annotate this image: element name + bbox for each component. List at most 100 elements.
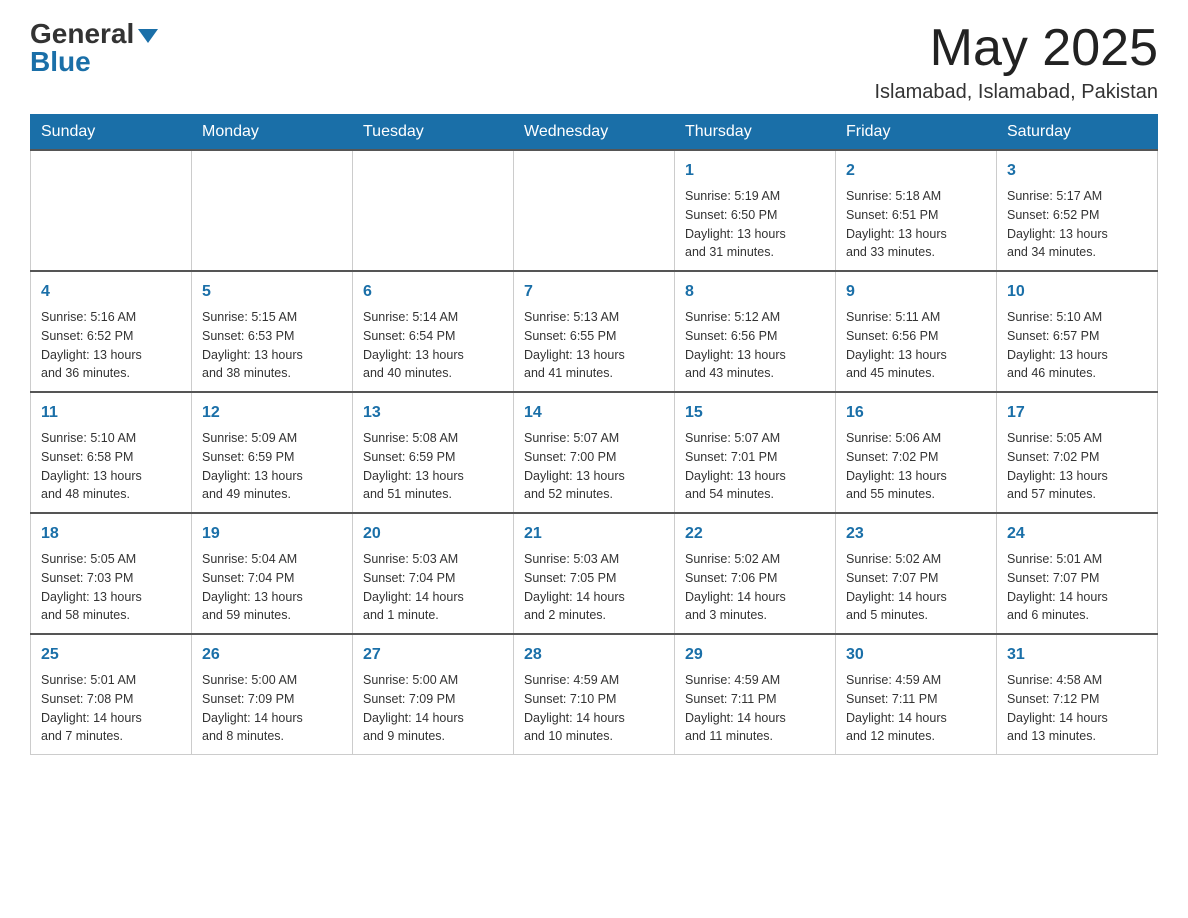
calendar-cell: 15 Sunrise: 5:07 AMSunset: 7:01 PMDayligh… (675, 392, 836, 513)
day-info: Sunrise: 4:58 AMSunset: 7:12 PMDaylight:… (1007, 671, 1147, 746)
day-info: Sunrise: 5:00 AMSunset: 7:09 PMDaylight:… (202, 671, 342, 746)
calendar-header-row: Sunday Monday Tuesday Wednesday Thursday… (31, 115, 1158, 151)
day-number: 4 (41, 280, 181, 304)
day-number: 19 (202, 522, 342, 546)
day-info: Sunrise: 5:04 AMSunset: 7:04 PMDaylight:… (202, 550, 342, 625)
week-row-5: 25 Sunrise: 5:01 AMSunset: 7:08 PMDayligh… (31, 634, 1158, 755)
day-number: 25 (41, 643, 181, 667)
day-info: Sunrise: 5:01 AMSunset: 7:07 PMDaylight:… (1007, 550, 1147, 625)
day-info: Sunrise: 5:12 AMSunset: 6:56 PMDaylight:… (685, 308, 825, 383)
calendar-cell: 5Sunrise: 5:15 AMSunset: 6:53 PMDaylight… (192, 271, 353, 392)
day-number: 21 (524, 522, 664, 546)
day-info: Sunrise: 5:03 AMSunset: 7:04 PMDaylight:… (363, 550, 503, 625)
calendar-cell: 28Sunrise: 4:59 AMSunset: 7:10 PMDayligh… (514, 634, 675, 755)
title-block: May 2025 Islamabad, Islamabad, Pakistan (875, 20, 1159, 104)
day-info: Sunrise: 4:59 AMSunset: 7:11 PMDaylight:… (846, 671, 986, 746)
calendar-cell (514, 150, 675, 271)
calendar-cell: 10Sunrise: 5:10 AMSunset: 6:57 PMDayligh… (997, 271, 1158, 392)
day-info: Sunrise: 5:19 AMSunset: 6:50 PMDaylight:… (685, 187, 825, 262)
page-header: General Blue May 2025 Islamabad, Islamab… (30, 20, 1158, 104)
calendar-cell: 29 Sunrise: 4:59 AMSunset: 7:11 PMDayligh… (675, 634, 836, 755)
day-number: 22 (685, 522, 825, 546)
col-thursday: Thursday (675, 115, 836, 151)
calendar-cell: 17 Sunrise: 5:05 AMSunset: 7:02 PMDayligh… (997, 392, 1158, 513)
calendar-cell: 2Sunrise: 5:18 AMSunset: 6:51 PMDaylight… (836, 150, 997, 271)
calendar-cell: 16 Sunrise: 5:06 AMSunset: 7:02 PMDayligh… (836, 392, 997, 513)
day-info: Sunrise: 5:05 AMSunset: 7:03 PMDaylight:… (41, 550, 181, 625)
week-row-2: 4 Sunrise: 5:16 AMSunset: 6:52 PMDaylight… (31, 271, 1158, 392)
day-number: 15 (685, 401, 825, 425)
calendar-cell: 6 Sunrise: 5:14 AMSunset: 6:54 PMDaylight… (353, 271, 514, 392)
day-info: Sunrise: 5:06 AMSunset: 7:02 PMDaylight:… (846, 429, 986, 504)
col-saturday: Saturday (997, 115, 1158, 151)
col-monday: Monday (192, 115, 353, 151)
day-number: 9 (846, 280, 986, 304)
day-number: 31 (1007, 643, 1147, 667)
day-info: Sunrise: 5:05 AMSunset: 7:02 PMDaylight:… (1007, 429, 1147, 504)
calendar-cell: 3 Sunrise: 5:17 AMSunset: 6:52 PMDaylight… (997, 150, 1158, 271)
calendar-cell: 21 Sunrise: 5:03 AMSunset: 7:05 PMDayligh… (514, 513, 675, 634)
calendar-cell: 1 Sunrise: 5:19 AMSunset: 6:50 PMDaylight… (675, 150, 836, 271)
day-number: 12 (202, 401, 342, 425)
calendar-cell: 27 Sunrise: 5:00 AMSunset: 7:09 PMDayligh… (353, 634, 514, 755)
day-number: 27 (363, 643, 503, 667)
calendar-cell: 9Sunrise: 5:11 AMSunset: 6:56 PMDaylight… (836, 271, 997, 392)
day-number: 16 (846, 401, 986, 425)
calendar-cell: 8Sunrise: 5:12 AMSunset: 6:56 PMDaylight… (675, 271, 836, 392)
month-title: May 2025 (875, 20, 1159, 77)
day-number: 24 (1007, 522, 1147, 546)
logo-triangle-icon (138, 29, 158, 43)
day-number: 6 (363, 280, 503, 304)
calendar-cell: 11Sunrise: 5:10 AMSunset: 6:58 PMDayligh… (31, 392, 192, 513)
logo: General Blue (30, 20, 158, 76)
col-tuesday: Tuesday (353, 115, 514, 151)
calendar-cell: 23Sunrise: 5:02 AMSunset: 7:07 PMDayligh… (836, 513, 997, 634)
day-info: Sunrise: 5:03 AMSunset: 7:05 PMDaylight:… (524, 550, 664, 625)
calendar-cell: 24 Sunrise: 5:01 AMSunset: 7:07 PMDayligh… (997, 513, 1158, 634)
day-number: 11 (41, 401, 181, 425)
calendar-cell: 4 Sunrise: 5:16 AMSunset: 6:52 PMDaylight… (31, 271, 192, 392)
day-info: Sunrise: 4:59 AMSunset: 7:10 PMDaylight:… (524, 671, 664, 746)
calendar-cell: 7 Sunrise: 5:13 AMSunset: 6:55 PMDaylight… (514, 271, 675, 392)
day-info: Sunrise: 5:09 AMSunset: 6:59 PMDaylight:… (202, 429, 342, 504)
day-info: Sunrise: 5:10 AMSunset: 6:57 PMDaylight:… (1007, 308, 1147, 383)
day-info: Sunrise: 5:13 AMSunset: 6:55 PMDaylight:… (524, 308, 664, 383)
day-number: 3 (1007, 159, 1147, 183)
day-number: 5 (202, 280, 342, 304)
day-info: Sunrise: 5:16 AMSunset: 6:52 PMDaylight:… (41, 308, 181, 383)
day-info: Sunrise: 5:17 AMSunset: 6:52 PMDaylight:… (1007, 187, 1147, 262)
day-number: 29 (685, 643, 825, 667)
day-info: Sunrise: 5:01 AMSunset: 7:08 PMDaylight:… (41, 671, 181, 746)
day-number: 17 (1007, 401, 1147, 425)
day-number: 1 (685, 159, 825, 183)
logo-general-text: General (30, 20, 134, 48)
logo-blue-text: Blue (30, 48, 91, 76)
day-number: 18 (41, 522, 181, 546)
calendar-cell: 26Sunrise: 5:00 AMSunset: 7:09 PMDayligh… (192, 634, 353, 755)
calendar-cell: 14 Sunrise: 5:07 AMSunset: 7:00 PMDayligh… (514, 392, 675, 513)
day-number: 13 (363, 401, 503, 425)
day-number: 23 (846, 522, 986, 546)
day-number: 7 (524, 280, 664, 304)
day-info: Sunrise: 5:00 AMSunset: 7:09 PMDaylight:… (363, 671, 503, 746)
day-number: 14 (524, 401, 664, 425)
calendar-cell: 25 Sunrise: 5:01 AMSunset: 7:08 PMDayligh… (31, 634, 192, 755)
week-row-4: 18 Sunrise: 5:05 AMSunset: 7:03 PMDayligh… (31, 513, 1158, 634)
day-info: Sunrise: 5:07 AMSunset: 7:00 PMDaylight:… (524, 429, 664, 504)
day-info: Sunrise: 5:14 AMSunset: 6:54 PMDaylight:… (363, 308, 503, 383)
day-number: 2 (846, 159, 986, 183)
day-info: Sunrise: 5:02 AMSunset: 7:06 PMDaylight:… (685, 550, 825, 625)
day-info: Sunrise: 5:08 AMSunset: 6:59 PMDaylight:… (363, 429, 503, 504)
col-wednesday: Wednesday (514, 115, 675, 151)
day-info: Sunrise: 4:59 AMSunset: 7:11 PMDaylight:… (685, 671, 825, 746)
col-sunday: Sunday (31, 115, 192, 151)
day-number: 30 (846, 643, 986, 667)
day-info: Sunrise: 5:07 AMSunset: 7:01 PMDaylight:… (685, 429, 825, 504)
calendar-table: Sunday Monday Tuesday Wednesday Thursday… (30, 114, 1158, 755)
calendar-cell: 19 Sunrise: 5:04 AMSunset: 7:04 PMDayligh… (192, 513, 353, 634)
calendar-cell: 20Sunrise: 5:03 AMSunset: 7:04 PMDayligh… (353, 513, 514, 634)
calendar-cell: 18 Sunrise: 5:05 AMSunset: 7:03 PMDayligh… (31, 513, 192, 634)
calendar-cell: 22 Sunrise: 5:02 AMSunset: 7:06 PMDayligh… (675, 513, 836, 634)
location-title: Islamabad, Islamabad, Pakistan (875, 81, 1159, 104)
week-row-1: 1 Sunrise: 5:19 AMSunset: 6:50 PMDaylight… (31, 150, 1158, 271)
